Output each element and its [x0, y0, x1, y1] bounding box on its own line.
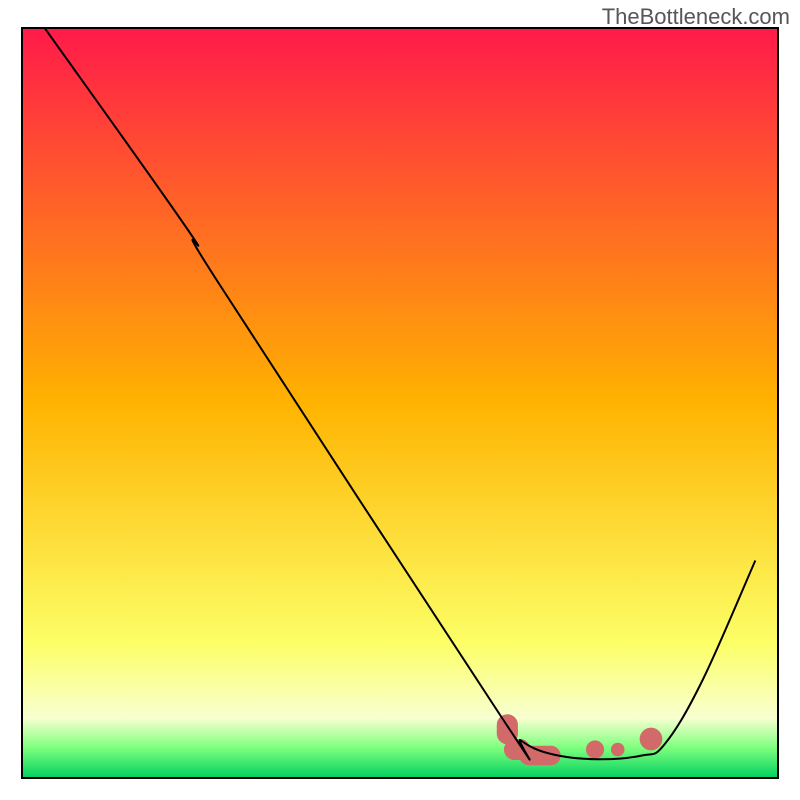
marker-dot [586, 740, 604, 758]
bottleneck-chart [0, 0, 800, 800]
marker-dot [611, 743, 625, 757]
chart-container: TheBottleneck.com [0, 0, 800, 800]
watermark-text: TheBottleneck.com [602, 4, 790, 30]
gradient-background [22, 28, 778, 778]
marker-dot [640, 728, 663, 751]
